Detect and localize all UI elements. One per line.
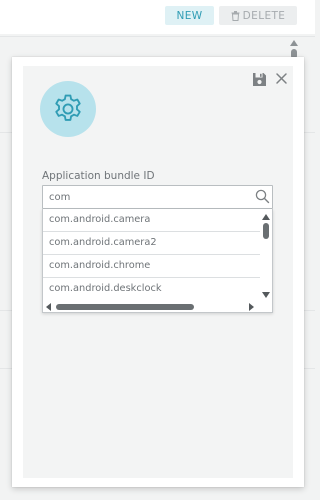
background-divider: [0, 36, 315, 37]
new-button-label: NEW: [176, 9, 203, 22]
list-item[interactable]: com.android.chrome: [43, 255, 260, 278]
save-icon[interactable]: [252, 72, 267, 87]
close-icon[interactable]: [275, 72, 288, 85]
bundle-id-label: Application bundle ID: [42, 170, 155, 182]
list-item[interactable]: com.android.deskclock: [43, 278, 260, 301]
page-scroll-up-arrow[interactable]: [290, 40, 298, 46]
gear-icon: [55, 94, 81, 121]
search-icon[interactable]: [255, 189, 270, 204]
list-item[interactable]: com.android.camera2: [43, 232, 260, 255]
list-scroll-up-arrow[interactable]: [262, 214, 270, 220]
suggestion-list: com.android.camera com.android.camera2 c…: [42, 209, 273, 313]
list-scroll-right-arrow[interactable]: [249, 303, 254, 311]
delete-button-label: DELETE: [242, 9, 286, 22]
list-scroll-down-arrow[interactable]: [262, 292, 270, 298]
new-button[interactable]: NEW: [165, 6, 214, 25]
bundle-id-input[interactable]: [49, 189, 249, 205]
delete-button[interactable]: DELETE: [219, 6, 297, 25]
list-scroll-left-arrow[interactable]: [46, 303, 51, 311]
trash-icon: [231, 10, 240, 21]
list-vertical-scrollbar-thumb[interactable]: [263, 223, 269, 239]
list-item[interactable]: com.android.camera: [43, 209, 260, 232]
dialog: Application bundle ID com.android.camera…: [12, 57, 304, 487]
bundle-id-field[interactable]: [42, 185, 273, 209]
gear-icon-badge: [40, 81, 96, 137]
page-toolbar: NEW DELETE: [0, 0, 315, 34]
list-horizontal-scrollbar-thumb[interactable]: [56, 304, 194, 310]
dialog-panel: Application bundle ID com.android.camera…: [23, 66, 293, 478]
